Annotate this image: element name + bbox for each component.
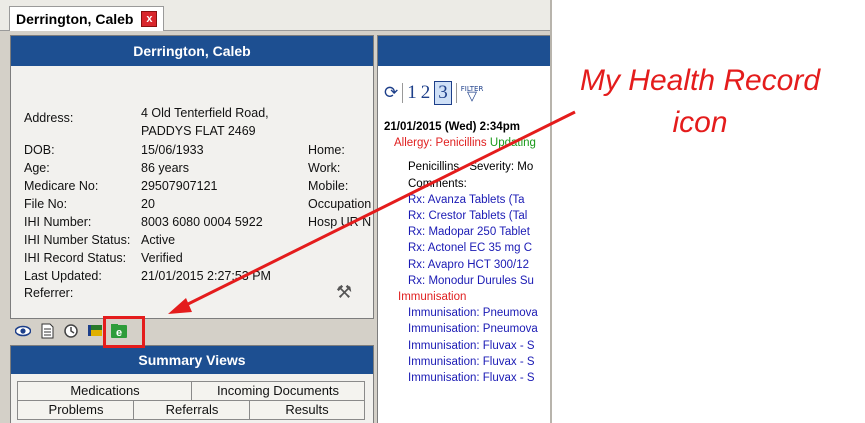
close-icon[interactable]: x (141, 11, 158, 27)
dob-label: DOB: (24, 143, 55, 157)
toolbar-divider (402, 83, 404, 103)
patient-tab-label: Derrington, Caleb (16, 10, 134, 27)
updated-value: 21/01/2015 2:27:53 PM (141, 269, 271, 283)
immunisation-item[interactable]: Immunisation: Fluvax - S (384, 370, 538, 386)
occupation-label: Occupation (308, 197, 372, 211)
filter-icon[interactable]: FILTER ▽ (461, 85, 484, 103)
referrer-label: Referrer: (24, 286, 74, 300)
summary-views-title: Summary Views (11, 346, 373, 374)
clinical-notes-panel: ⟳ 1 2 3 FILTER ▽ 21/01/2015 (Wed) 2:34pm … (377, 35, 550, 423)
ihi-value: 8003 6080 0004 5922 (141, 215, 263, 229)
refresh-icon[interactable]: ⟳ (384, 83, 398, 103)
ihi-record-value: Verified (141, 251, 183, 265)
rx-item[interactable]: Rx: Monodur Durules Su (384, 273, 538, 289)
medicare-value: 29507907121 (141, 179, 218, 193)
penicillin-severity: Penicillins - Severity: Mo (408, 161, 534, 174)
note-date: 21/01/2015 (Wed) 2:34pm (384, 121, 520, 133)
tools-icon[interactable]: ⚒ (336, 282, 352, 303)
ihi-label: IHI Number: (24, 215, 92, 229)
patient-tab[interactable]: Derrington, Caleb x (9, 6, 165, 31)
notes-content: 21/01/2015 (Wed) 2:34pm Allergy: Penicil… (384, 119, 538, 386)
page-1-button[interactable]: 1 (407, 82, 417, 104)
flag-icon[interactable] (86, 322, 104, 340)
rx-item[interactable]: Rx: Crestor Tablets (Tal (384, 208, 538, 224)
file-label: File No: (24, 197, 68, 211)
medicare-label: Medicare No: (24, 179, 99, 193)
mobile-label: Mobile: (308, 179, 349, 193)
home-label: Home: (308, 143, 345, 157)
age-value: 86 years (141, 161, 189, 175)
summary-views-panel: Summary Views Medications Incoming Docum… (10, 345, 374, 423)
hosp-ur-label: Hosp UR N (308, 215, 372, 229)
dob-value: 15/06/1933 (141, 143, 204, 157)
immunisation-item[interactable]: Immunisation: Pneumova (384, 321, 538, 337)
notes-toolbar: ⟳ 1 2 3 FILTER ▽ (378, 80, 550, 106)
history-icon[interactable] (62, 322, 80, 340)
referrals-button[interactable]: Referrals (133, 400, 251, 420)
address-line2: PADDYS FLAT 2469 (141, 124, 256, 138)
document-icon[interactable] (38, 322, 56, 340)
ihi-record-label: IHI Record Status: (24, 251, 127, 265)
ihi-status-value: Active (141, 233, 176, 247)
rx-item[interactable]: Rx: Avapro HCT 300/12 (384, 257, 538, 273)
patient-name-header: Derrington, Caleb (11, 36, 373, 66)
age-label: Age: (24, 161, 50, 175)
allergy-line: Allergy: Penicillins (394, 137, 487, 150)
work-label: Work: (308, 161, 341, 175)
page-3-button[interactable]: 3 (434, 81, 452, 105)
immunisation-header: Immunisation (398, 291, 467, 304)
tab-bar: Derrington, Caleb x (0, 0, 550, 31)
incoming-documents-button[interactable]: Incoming Documents (191, 381, 365, 401)
updated-label: Last Updated: (24, 269, 102, 283)
page-2-button[interactable]: 2 (421, 82, 431, 104)
callout-label: My Health Record icon (540, 60, 860, 144)
medications-button[interactable]: Medications (17, 381, 193, 401)
toolbar-divider (455, 83, 457, 103)
app-window: Derrington, Caleb x Derrington, Caleb Ad… (0, 0, 552, 423)
address-line1: 4 Old Tenterfield Road, (141, 106, 269, 120)
eye-icon[interactable] (14, 322, 32, 340)
problems-button[interactable]: Problems (17, 400, 135, 420)
address-label: Address: (24, 111, 74, 125)
immunisation-item[interactable]: Immunisation: Fluvax - S (384, 354, 538, 370)
rx-item[interactable]: Rx: Madopar 250 Tablet (384, 224, 538, 240)
rx-item[interactable]: Rx: Avanza Tablets (Ta (384, 192, 538, 208)
immunisation-item[interactable]: Immunisation: Pneumova (384, 305, 538, 321)
results-button[interactable]: Results (249, 400, 365, 420)
file-value: 20 (141, 197, 155, 211)
immunisation-item[interactable]: Immunisation: Fluvax - S (384, 338, 538, 354)
comments-label: Comments: (408, 177, 467, 190)
callout-line2: icon (672, 106, 728, 139)
notes-header (378, 36, 550, 66)
callout-line1: My Health Record (579, 64, 821, 97)
updating-label: Updating (489, 137, 536, 150)
highlight-box (103, 316, 145, 348)
rx-item[interactable]: Rx: Actonel EC 35 mg C (384, 240, 538, 256)
ihi-status-label: IHI Number Status: (24, 233, 131, 247)
